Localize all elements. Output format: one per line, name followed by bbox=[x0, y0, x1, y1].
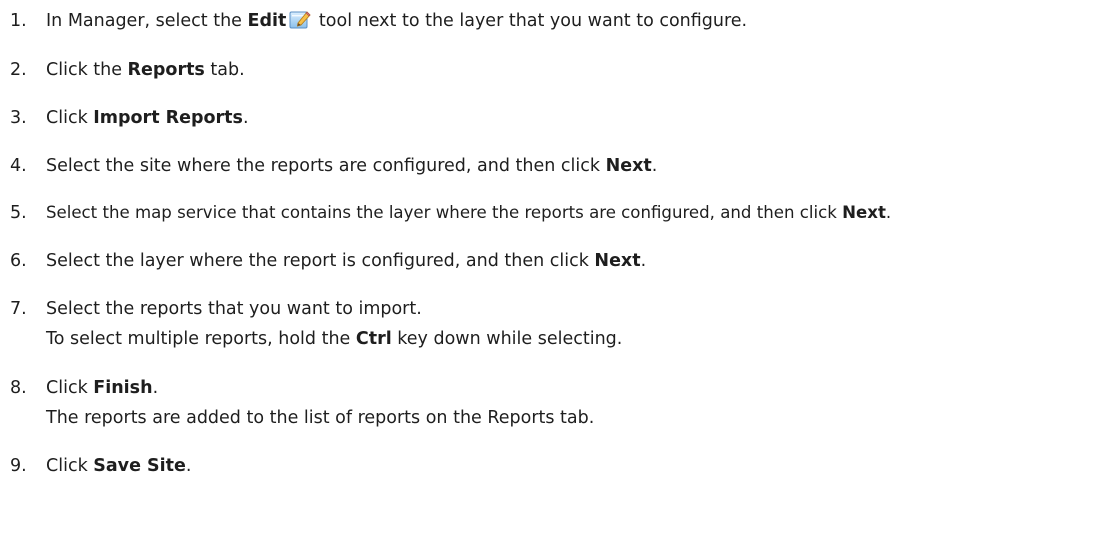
ui-term: Next bbox=[842, 203, 886, 222]
ui-term: Reports bbox=[127, 60, 205, 80]
ui-term: Edit bbox=[247, 11, 287, 31]
step-text: Click Save Site. bbox=[46, 456, 192, 476]
step-number: 2. bbox=[10, 60, 27, 80]
step-number: 1. bbox=[10, 11, 27, 31]
step-text: Select the map service that contains the… bbox=[46, 203, 892, 222]
step-number: 9. bbox=[10, 456, 27, 476]
step-text: Select the site where the reports are co… bbox=[46, 156, 658, 176]
step-text: Select the reports that you want to impo… bbox=[46, 294, 622, 354]
step-text: Select the layer where the report is con… bbox=[46, 251, 647, 271]
key-name: Ctrl bbox=[355, 329, 392, 349]
step-text: In Manager, select the Edit tool next to… bbox=[46, 6, 747, 36]
ui-term: Import Reports bbox=[93, 108, 243, 128]
ui-term: Finish bbox=[93, 378, 153, 398]
step-number: 5. bbox=[10, 203, 27, 223]
step-number: 4. bbox=[10, 156, 27, 176]
edit-pencil-icon bbox=[289, 8, 311, 30]
step-number: 8. bbox=[10, 378, 27, 398]
step-number: 3. bbox=[10, 108, 27, 128]
step-text: Click Import Reports. bbox=[46, 108, 249, 128]
step-number: 6. bbox=[10, 251, 27, 271]
ui-term: Save Site bbox=[93, 456, 186, 476]
step-text: Click Finish. The reports are added to t… bbox=[46, 373, 594, 433]
procedure-steps: 1. In Manager, select the Edit tool next… bbox=[0, 0, 1096, 536]
ui-term: Next bbox=[594, 251, 641, 271]
step-number: 7. bbox=[10, 299, 27, 319]
step-text: Click the Reports tab. bbox=[46, 60, 245, 80]
ui-term: Next bbox=[605, 156, 652, 176]
step-result: The reports are added to the list of rep… bbox=[46, 408, 595, 428]
step-note: To select multiple reports, hold the Ctr… bbox=[46, 329, 623, 349]
